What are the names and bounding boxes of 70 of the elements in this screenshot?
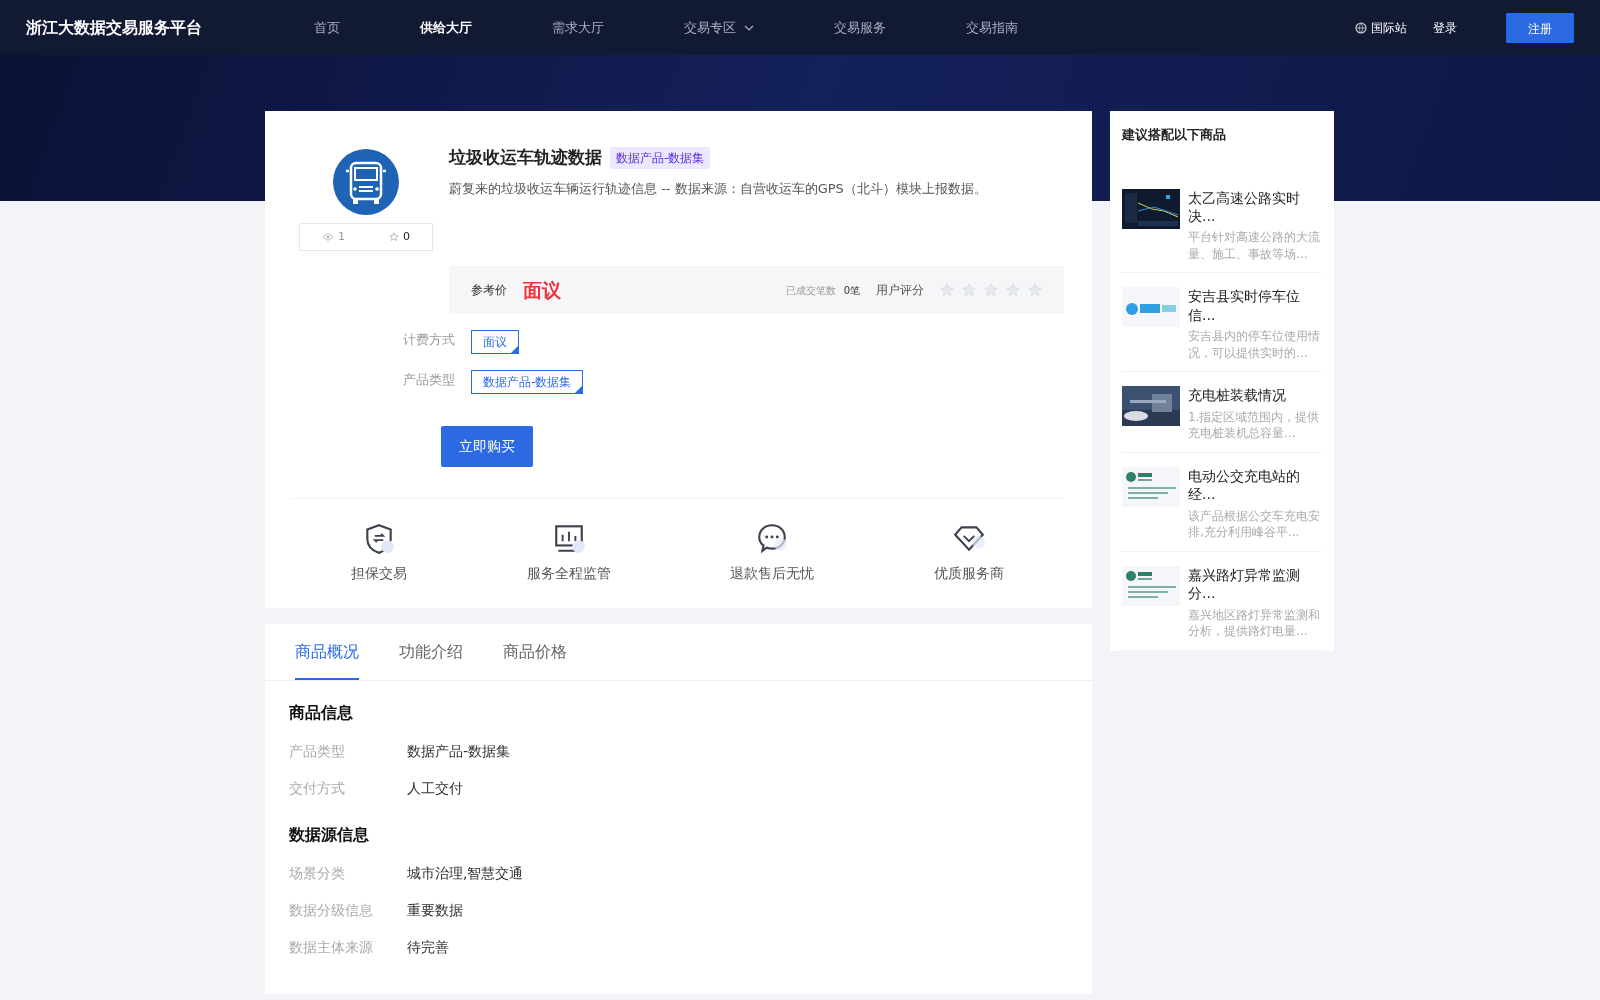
category-tag: 数据产品-数据集 — [610, 146, 711, 169]
field-value: 重要数据 — [407, 901, 463, 920]
truck-icon — [333, 149, 399, 215]
item-title: 嘉兴路灯异常监测分... — [1188, 566, 1301, 603]
empty-star-icon — [984, 283, 998, 297]
nav-link[interactable]: 交易服务 — [834, 13, 886, 42]
buy-button[interactable]: 立即购买 — [441, 426, 533, 467]
field-value: 城市治理,智慧交通 — [407, 864, 524, 883]
language-link[interactable]: 国际站 — [1354, 17, 1408, 38]
recommended-item[interactable]: 太乙高速公路实时决... 平台针对高速公路的大流量、施工、事故等场... — [1122, 174, 1322, 274]
tab[interactable]: 商品概况 — [295, 624, 359, 680]
rating-label: 用户评分 — [876, 282, 924, 299]
field-label: 数据主体来源 — [289, 938, 374, 957]
item-description: 该产品根据公交车充电安排,充分利用峰谷平... — [1188, 507, 1321, 542]
register-button[interactable]: 注册 — [1506, 12, 1574, 43]
guarantee-label: 优质服务商 — [934, 564, 1005, 583]
item-title: 充电桩装载情况 — [1188, 386, 1287, 405]
field-label: 产品类型 — [289, 742, 346, 761]
nav-link[interactable]: 需求大厅 — [552, 13, 604, 42]
recommended-item[interactable]: 充电桩装载情况 1.指定区域范围内，提供充电桩装机总容量... — [1122, 372, 1322, 454]
nav-link[interactable]: 首页 — [314, 13, 340, 42]
chat-bubble-icon — [755, 521, 790, 555]
field-label: 交付方式 — [289, 779, 346, 798]
deals-label: 已成交笔数 — [785, 283, 836, 298]
site-logo[interactable]: 浙江大数据交易服务平台 — [26, 15, 266, 40]
empty-star-icon — [1006, 283, 1020, 297]
field-value: 人工交付 — [407, 779, 463, 798]
field-value: 待完善 — [407, 938, 449, 957]
section-title: 商品信息 — [289, 702, 354, 724]
field-label: 数据分级信息 — [289, 901, 374, 920]
item-description: 1.指定区域范围内，提供充电桩装机总容量... — [1188, 408, 1321, 443]
recommended-item[interactable]: 安吉县实时停车位信... 安吉县内的停车位使用情况，可以提供实时的... — [1122, 273, 1322, 373]
star-icon — [389, 232, 399, 242]
price-label: 参考价 — [471, 282, 507, 299]
guarantee-label: 服务全程监管 — [526, 564, 611, 583]
empty-star-icon — [1028, 283, 1042, 297]
recommended-item[interactable]: 电动公交充电站的经... 该产品根据公交车充电安排,充分利用峰谷平... — [1122, 453, 1322, 553]
product-description: 蔚复来的垃圾收运车辆运行轨迹信息 -- 数据来源：自营收运车的GPS（北斗）模块上报数据。 — [449, 179, 988, 198]
empty-star-icon — [962, 283, 976, 297]
panel-title: 建议搭配以下商品 — [1122, 126, 1227, 144]
nav-link[interactable]: 供给大厅 — [420, 13, 472, 42]
recommended-item[interactable]: 嘉兴路灯异常监测分... 嘉兴地区路灯异常监测和分析，提供路灯电量... — [1122, 552, 1322, 652]
favorite-count: 0 — [403, 228, 410, 245]
globe-icon — [1355, 21, 1367, 34]
product-title: 垃圾收运车轨迹数据 — [449, 146, 602, 169]
item-description: 嘉兴地区路灯异常监测和分析，提供路灯电量... — [1188, 606, 1321, 641]
item-description: 安吉县内的停车位使用情况，可以提供实时的... — [1188, 327, 1321, 362]
item-description: 平台针对高速公路的大流量、施工、事故等场... — [1188, 228, 1321, 263]
deals-count: 0笔 — [843, 283, 860, 298]
tab[interactable]: 功能介绍 — [399, 624, 463, 680]
item-title: 安吉县实时停车位信... — [1188, 287, 1301, 324]
field-label: 场景分类 — [289, 864, 346, 883]
nav-link[interactable]: 交易专区 — [684, 13, 754, 42]
price-value: 面议 — [523, 277, 561, 303]
item-title: 太乙高速公路实时决... — [1188, 188, 1301, 225]
tab[interactable]: 商品价格 — [503, 624, 567, 680]
section-title: 数据源信息 — [289, 824, 370, 846]
view-count: 1 — [338, 228, 345, 245]
login-link[interactable]: 登录 — [1432, 17, 1458, 38]
empty-star-icon — [940, 283, 954, 297]
option-chip[interactable]: 数据产品-数据集 — [471, 370, 584, 394]
option-label: 计费方式 — [402, 331, 455, 349]
guarantee-label: 退款售后无忧 — [730, 564, 815, 583]
guarantee-label: 担保交易 — [350, 564, 407, 583]
option-label: 产品类型 — [402, 371, 455, 389]
eye-icon — [322, 233, 334, 241]
option-chip[interactable]: 面议 — [471, 330, 519, 354]
nav-link[interactable]: 交易指南 — [966, 13, 1018, 42]
item-title: 电动公交充电站的经... — [1188, 467, 1301, 504]
field-value: 数据产品-数据集 — [407, 742, 511, 761]
